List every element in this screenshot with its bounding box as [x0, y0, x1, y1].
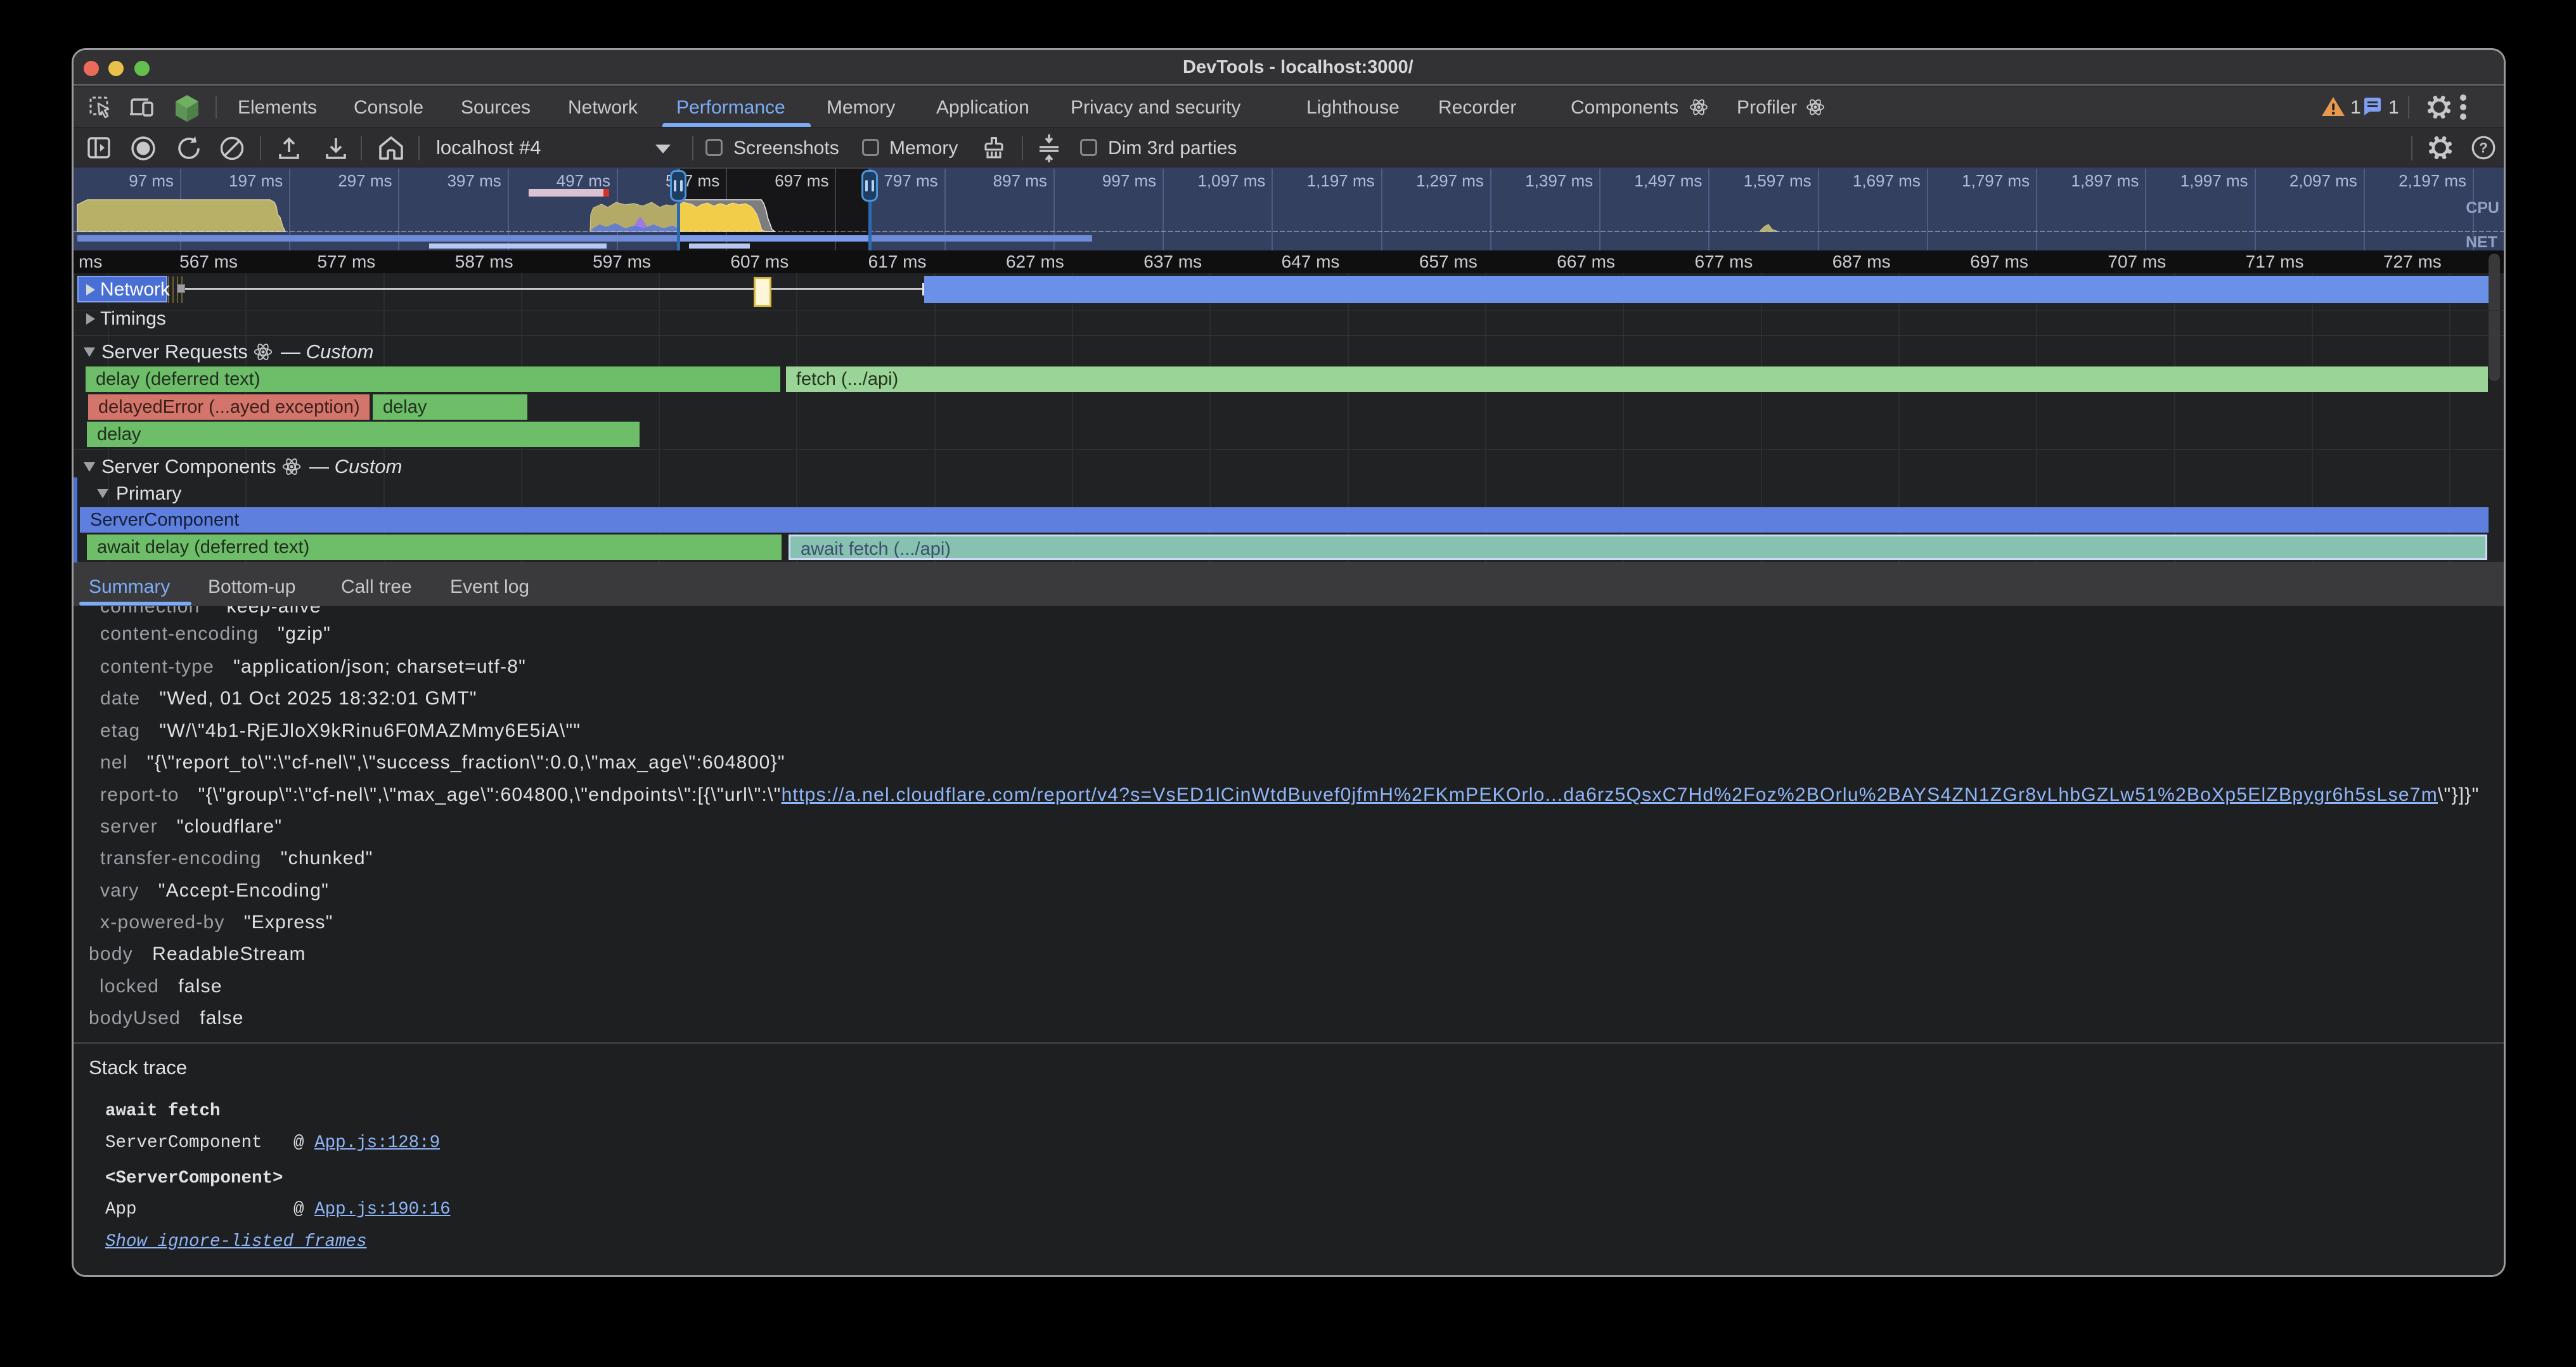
- svg-text:?: ?: [2479, 140, 2487, 156]
